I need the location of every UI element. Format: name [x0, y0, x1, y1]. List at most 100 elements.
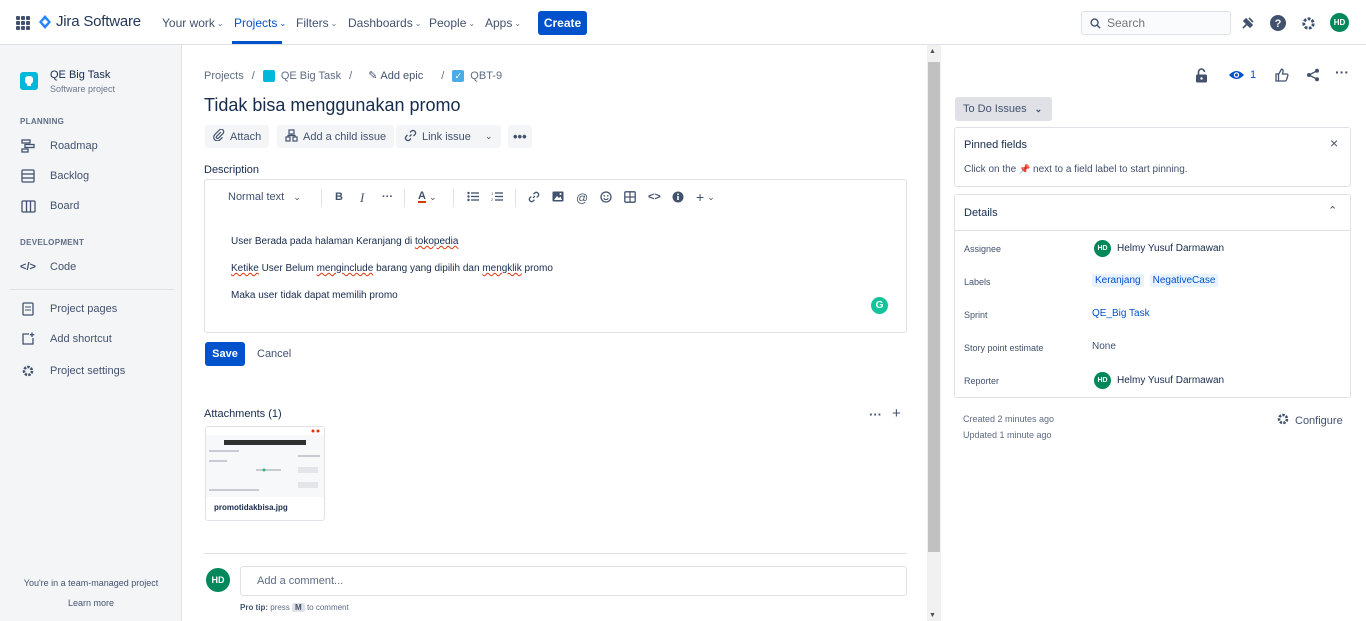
- chevron-down-icon: ⌄: [330, 18, 338, 28]
- close-icon[interactable]: ×: [1330, 135, 1338, 151]
- app-switcher-icon[interactable]: [16, 16, 30, 30]
- add-attachment-plus-icon[interactable]: +: [892, 405, 901, 422]
- watch-count: 1: [1250, 69, 1257, 81]
- numbered-list-icon[interactable]: 12: [491, 191, 503, 202]
- project-avatar-icon[interactable]: [20, 72, 38, 90]
- sprint-link[interactable]: QE_Big Task: [1092, 308, 1150, 319]
- breadcrumb-project[interactable]: QE Big Task: [281, 70, 341, 82]
- pinned-fields-panel: Pinned fields × Click on the 📌 next to a…: [954, 127, 1351, 187]
- sidebar-item-code[interactable]: </> Code: [20, 259, 76, 275]
- breadcrumb-projects[interactable]: Projects: [204, 70, 244, 82]
- info-panel-icon[interactable]: [672, 191, 684, 203]
- share-icon[interactable]: [1306, 67, 1320, 83]
- assignee-field[interactable]: HD Helmy Yusuf Darmawan: [1094, 240, 1224, 257]
- notifications-icon[interactable]: [1239, 14, 1257, 32]
- sidebar-item-backlog[interactable]: Backlog: [20, 168, 89, 184]
- table-icon[interactable]: [624, 191, 636, 203]
- reporter-avatar: HD: [1094, 372, 1111, 389]
- chevron-up-icon[interactable]: ⌃: [1328, 204, 1337, 217]
- configure-label: Configure: [1295, 414, 1343, 427]
- spelling-flagged-word[interactable]: Ketike: [231, 263, 259, 274]
- scroll-up-arrow-icon[interactable]: ▲: [929, 48, 936, 55]
- text-style-dropdown[interactable]: Normal text ⌄: [228, 191, 301, 203]
- search-box[interactable]: [1081, 11, 1231, 35]
- link-icon: [404, 129, 417, 145]
- description-line-3: Maka user tidak dapat memilih promo: [231, 290, 398, 301]
- details-divider: [955, 230, 1350, 231]
- story-point-value[interactable]: None: [1092, 341, 1116, 352]
- settings-gear-icon[interactable]: [1299, 14, 1317, 32]
- nav-projects[interactable]: Projects ⌄: [234, 16, 286, 30]
- cancel-button[interactable]: Cancel: [257, 348, 291, 360]
- spelling-flagged-word[interactable]: menginclude: [317, 263, 374, 274]
- nav-label: Apps: [485, 16, 513, 30]
- nav-people[interactable]: People ⌄: [429, 16, 475, 30]
- add-comment-input[interactable]: Add a comment...: [240, 566, 907, 596]
- attachments-heading: Attachments (1): [204, 408, 282, 420]
- scrollbar-thumb[interactable]: [928, 62, 940, 552]
- description-editor[interactable]: Normal text ⌄ B I ··· A ⌄ 12 @ <> + ⌄ User…: [204, 179, 907, 333]
- jira-logo[interactable]: Jira Software: [38, 13, 141, 30]
- code-snippet-icon[interactable]: <>: [648, 191, 661, 203]
- hint-text: Click on the: [964, 164, 1017, 175]
- project-name[interactable]: QE Big Task: [50, 69, 110, 81]
- breadcrumb-separator: /: [349, 69, 353, 82]
- save-button[interactable]: Save: [205, 342, 245, 366]
- more-horizontal-icon: •••: [513, 129, 527, 144]
- thumbs-up-icon[interactable]: [1275, 67, 1289, 83]
- nav-dashboards[interactable]: Dashboards ⌄: [348, 16, 421, 30]
- spelling-flagged-word[interactable]: mengklik: [482, 263, 521, 274]
- italic-icon[interactable]: I: [360, 190, 364, 206]
- label-tag[interactable]: NegativeCase: [1149, 274, 1219, 287]
- label-tag[interactable]: Keranjang: [1092, 274, 1144, 287]
- project-avatar-icon: [262, 69, 275, 82]
- sidebar-item-add-shortcut[interactable]: Add shortcut: [20, 331, 112, 347]
- issue-title[interactable]: Tidak bisa menggunakan promo: [204, 95, 460, 116]
- more-actions-button[interactable]: •••: [508, 125, 532, 148]
- more-formatting-icon[interactable]: ···: [382, 191, 393, 203]
- image-icon[interactable]: [552, 191, 564, 202]
- scroll-down-arrow-icon[interactable]: ▼: [929, 612, 936, 619]
- nav-label: Projects: [234, 16, 278, 30]
- help-icon[interactable]: ?: [1269, 14, 1287, 32]
- insert-plus-icon[interactable]: + ⌄: [696, 189, 715, 205]
- grammarly-icon[interactable]: G: [871, 297, 888, 314]
- watch-button[interactable]: 1: [1228, 67, 1256, 83]
- nav-your-work[interactable]: Your work ⌄: [162, 16, 224, 30]
- labels-field[interactable]: Keranjang NegativeCase: [1092, 274, 1219, 287]
- mention-icon[interactable]: @: [576, 191, 588, 205]
- sidebar-item-roadmap[interactable]: Roadmap: [20, 138, 98, 154]
- sidebar-item-board[interactable]: Board: [20, 198, 79, 214]
- configure-button[interactable]: Configure: [1276, 412, 1343, 429]
- nav-filters[interactable]: Filters ⌄: [296, 16, 337, 30]
- sidebar-item-label: Backlog: [50, 170, 90, 182]
- nav-apps[interactable]: Apps ⌄: [485, 16, 521, 30]
- text-color-icon[interactable]: A ⌄: [418, 191, 437, 203]
- attachment-card[interactable]: promotidakbisa.jpg: [205, 426, 325, 521]
- spelling-flagged-word[interactable]: tokopedia: [415, 236, 458, 247]
- bullet-list-icon[interactable]: [467, 191, 479, 202]
- lock-icon[interactable]: [1195, 67, 1208, 83]
- breadcrumb-add-epic[interactable]: Add epic: [380, 70, 423, 82]
- project-type: Software project: [50, 84, 116, 94]
- add-child-issue-button[interactable]: Add a child issue: [277, 125, 395, 148]
- attachments-more-icon[interactable]: ···: [869, 407, 882, 422]
- more-options-icon[interactable]: ···: [1335, 64, 1349, 80]
- bold-icon[interactable]: B: [335, 191, 343, 203]
- link-issue-dropdown[interactable]: ⌄: [478, 125, 501, 148]
- status-dropdown[interactable]: To Do Issues ⌄: [955, 97, 1052, 121]
- breadcrumb-issue-key[interactable]: QBT-9: [470, 70, 502, 82]
- details-title: Details: [964, 207, 998, 219]
- emoji-icon[interactable]: [600, 191, 612, 203]
- user-avatar[interactable]: HD: [1330, 13, 1349, 32]
- link-icon[interactable]: [528, 191, 540, 203]
- search-input[interactable]: [1107, 16, 1217, 30]
- sidebar-item-project-settings[interactable]: Project settings: [20, 363, 125, 379]
- sidebar-item-project-pages[interactable]: Project pages: [20, 301, 117, 317]
- create-button[interactable]: Create: [538, 11, 587, 35]
- attach-button[interactable]: Attach: [205, 125, 270, 148]
- link-issue-button[interactable]: Link issue: [396, 125, 479, 148]
- project-sidebar: QE Big Task Software project PLANNING Ro…: [0, 45, 182, 621]
- reporter-field[interactable]: HD Helmy Yusuf Darmawan: [1094, 372, 1224, 389]
- learn-more-link[interactable]: Learn more: [0, 598, 182, 608]
